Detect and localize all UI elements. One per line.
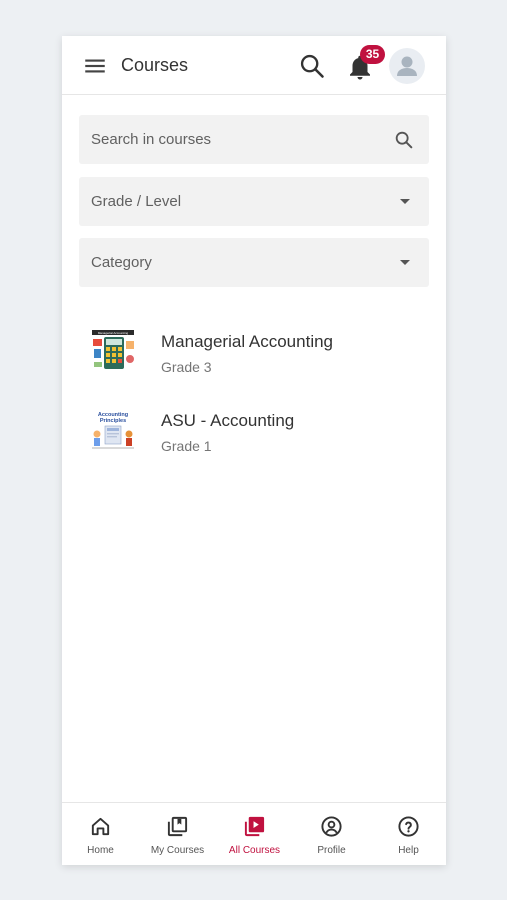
play-library-icon xyxy=(244,816,265,837)
course-grade: Grade 1 xyxy=(161,438,212,454)
category-label: Category xyxy=(91,254,152,271)
page-title: Courses xyxy=(121,55,189,75)
menu-icon[interactable] xyxy=(82,53,108,79)
dropdown-arrow-icon xyxy=(400,199,410,204)
managerial-accounting-thumbnail: Managerial Accounting xyxy=(90,327,136,373)
library-icon xyxy=(167,816,188,837)
home-icon xyxy=(91,817,110,836)
search-icon[interactable] xyxy=(298,52,326,80)
course-item[interactable]: Managerial Accounting Managerial Account… xyxy=(62,319,446,391)
bottom-navigation: Home My Courses All Courses Profile Help xyxy=(62,802,446,865)
course-grade: Grade 3 xyxy=(161,359,212,375)
account-circle-icon xyxy=(321,816,342,837)
app-screen: Courses 35 Grade / Level Catego xyxy=(62,36,446,865)
nav-item-my-courses[interactable]: My Courses xyxy=(139,803,216,865)
dropdown-arrow-icon xyxy=(400,260,410,265)
nav-item-all-courses[interactable]: All Courses xyxy=(216,803,293,865)
grade-level-dropdown[interactable]: Grade / Level xyxy=(79,177,429,226)
nav-label: Profile xyxy=(317,845,346,856)
nav-item-help[interactable]: Help xyxy=(370,803,446,865)
nav-label: All Courses xyxy=(228,845,281,856)
avatar[interactable] xyxy=(389,48,425,84)
app-bar: Courses 35 xyxy=(62,36,446,95)
nav-label: My Courses xyxy=(150,845,205,856)
nav-label: Home xyxy=(87,845,114,856)
category-dropdown[interactable]: Category xyxy=(79,238,429,287)
notification-badge: 35 xyxy=(360,45,385,64)
grade-level-label: Grade / Level xyxy=(91,193,182,210)
course-title: Managerial Accounting xyxy=(161,332,334,351)
search-icon[interactable] xyxy=(393,129,415,151)
user-icon xyxy=(397,56,417,76)
thumbnail-title: Managerial Accounting xyxy=(98,331,129,335)
thumbnail-title-line2: Principles xyxy=(100,418,126,424)
course-title: ASU - Accounting xyxy=(161,411,295,430)
search-input[interactable] xyxy=(91,115,381,164)
nav-label: Help xyxy=(398,845,419,856)
nav-item-home[interactable]: Home xyxy=(62,803,139,865)
accounting-principles-thumbnail: Accounting Principles xyxy=(90,406,136,452)
help-circle-icon xyxy=(398,816,419,837)
search-field[interactable] xyxy=(79,115,429,164)
nav-item-profile[interactable]: Profile xyxy=(293,803,370,865)
course-item[interactable]: Accounting Principles ASU - Accounting G… xyxy=(62,398,446,470)
